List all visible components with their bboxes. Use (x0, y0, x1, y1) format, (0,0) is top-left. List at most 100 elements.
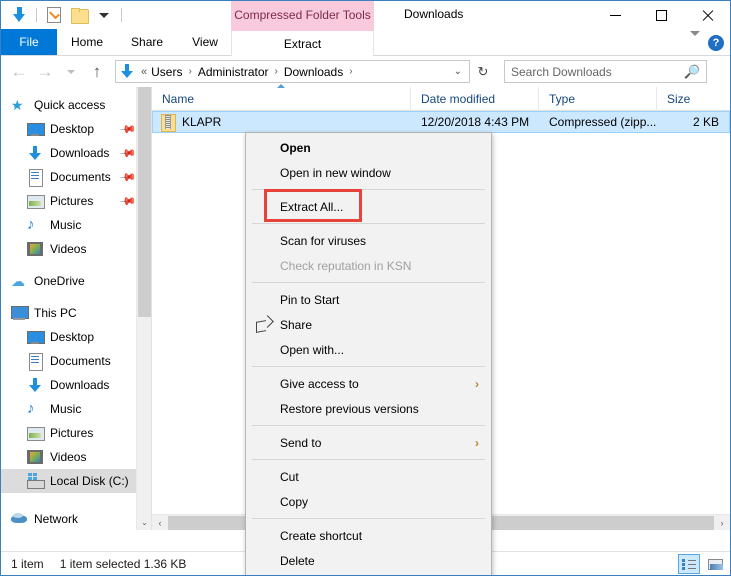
sidebar-item-videos[interactable]: Videos (1, 445, 151, 469)
menu-item-send-to[interactable]: Send to › (246, 430, 491, 455)
menu-item-extract-all[interactable]: Extract All... (246, 189, 491, 222)
sidebar-item-downloads[interactable]: Downloads 📌 (1, 141, 151, 165)
details-view-button[interactable] (678, 554, 700, 574)
navpane-scrollbar[interactable]: ⌃ ⌄ (136, 87, 151, 530)
shield-icon (256, 233, 272, 249)
menu-item-label: Copy (280, 494, 309, 509)
menu-item-create-shortcut[interactable]: Create shortcut (246, 523, 491, 548)
close-button[interactable] (684, 1, 730, 29)
menu-item-label: Open (280, 140, 311, 155)
pin-icon[interactable]: 📌 (119, 144, 138, 162)
chevron-right-icon[interactable]: › (349, 66, 352, 77)
menu-item-delete[interactable]: Delete (246, 548, 491, 573)
sidebar-item-pictures[interactable]: Pictures 📌 (1, 189, 151, 213)
menu-item-cut[interactable]: Cut (246, 464, 491, 489)
menu-separator (252, 223, 485, 224)
scroll-down-icon[interactable]: ⌄ (137, 514, 151, 530)
menu-item-scan-for-viruses[interactable]: Scan for viruses (246, 228, 491, 253)
maximize-button[interactable] (638, 1, 684, 29)
column-header-size[interactable]: Size (656, 86, 728, 111)
refresh-button[interactable]: ↻ (472, 60, 494, 83)
menu-item-open-in-new-window[interactable]: Open in new window (246, 160, 491, 185)
minimize-button[interactable] (592, 1, 638, 29)
menu-item-give-access-to[interactable]: Give access to › (246, 371, 491, 396)
context-menu: Open Open in new window Extract All... Scan… (245, 132, 492, 575)
chevron-right-icon[interactable]: › (475, 436, 479, 450)
sidebar-item-quick-access[interactable]: ⌄ ★ Quick access (1, 93, 151, 117)
sidebar-item-documents[interactable]: Documents (1, 349, 151, 373)
sidebar-item-local-disk-c[interactable]: Local Disk (C:) (1, 469, 151, 493)
navpane-scroll-thumb[interactable] (138, 87, 151, 317)
new-folder-icon[interactable] (69, 5, 89, 25)
quick-access-toolbar (1, 1, 124, 29)
window-title: Downloads (404, 7, 464, 21)
sidebar-item-pictures[interactable]: Pictures (1, 421, 151, 445)
sidebar-item-label: Videos (50, 450, 87, 464)
downloads-icon[interactable] (9, 5, 29, 25)
sidebar-item-music[interactable]: ♪ Music (1, 213, 151, 237)
menu-separator (252, 518, 485, 519)
chevron-down-icon[interactable] (690, 30, 700, 50)
up-button[interactable]: ↑ (85, 60, 109, 84)
menu-item-label: Restore previous versions (280, 401, 419, 416)
breadcrumb-administrator[interactable]: Administrator (197, 65, 270, 79)
sidebar-item-onedrive[interactable]: ☁ OneDrive (1, 269, 151, 293)
tab-home[interactable]: Home (57, 29, 117, 55)
zip-file-icon (161, 114, 176, 132)
chevron-right-icon[interactable]: › (275, 66, 278, 77)
pictures-icon (27, 425, 45, 441)
disk-icon (27, 473, 45, 489)
sidebar-item-documents[interactable]: Documents 📌 (1, 165, 151, 189)
search-box[interactable]: 🔍 (504, 60, 707, 83)
help-icon[interactable]: ? (708, 34, 724, 51)
file-size-cell: 2 KB (692, 115, 719, 129)
forward-button[interactable]: → (33, 60, 57, 84)
chevron-right-icon[interactable]: › (475, 377, 479, 391)
sidebar-item-network[interactable]: Network (1, 507, 151, 530)
menu-item-pin-to-start[interactable]: Pin to Start (246, 287, 491, 312)
menu-item-open[interactable]: Open (246, 135, 491, 160)
address-dropdown-icon[interactable]: ⌄ (454, 66, 465, 77)
back-button[interactable]: ← (7, 60, 31, 84)
pin-icon[interactable]: 📌 (119, 192, 138, 210)
properties-icon[interactable] (44, 5, 64, 25)
sidebar-item-label: Network (34, 512, 79, 526)
sidebar-item-this-pc[interactable]: This PC (1, 301, 151, 325)
sidebar-item-desktop[interactable]: Desktop 📌 (1, 117, 151, 141)
chevron-right-icon[interactable]: › (188, 66, 191, 77)
search-input[interactable] (511, 64, 684, 79)
table-row[interactable]: KLAPR 12/20/2018 4:43 PM Compressed (zip… (152, 111, 730, 133)
tab-view[interactable]: View (177, 29, 233, 55)
file-date-cell: 12/20/2018 4:43 PM (421, 115, 530, 129)
large-icons-view-button[interactable] (704, 554, 726, 574)
pin-icon[interactable]: 📌 (119, 168, 138, 186)
recent-locations-button[interactable] (59, 60, 83, 84)
sidebar-item-desktop[interactable]: Desktop (1, 325, 151, 349)
menu-item-copy[interactable]: Copy (246, 489, 491, 514)
tab-share[interactable]: Share (117, 29, 177, 55)
menu-item-share[interactable]: Share (246, 312, 491, 337)
pin-icon[interactable]: 📌 (119, 120, 138, 138)
breadcrumb-bar[interactable]: « Users › Administrator › Downloads › ⌄ (115, 60, 470, 83)
breadcrumb-users[interactable]: Users (150, 65, 183, 79)
tab-extract[interactable]: Extract (231, 29, 374, 56)
menu-item-open-with[interactable]: Open with... (246, 337, 491, 362)
column-headers: Name Date modified Type Size (152, 83, 730, 111)
search-icon[interactable]: 🔍 (684, 64, 700, 80)
column-header-date-modified[interactable]: Date modified (410, 86, 538, 111)
tab-file[interactable]: File (1, 29, 57, 55)
column-header-type[interactable]: Type (538, 86, 656, 111)
scroll-left-icon[interactable]: ‹ (152, 515, 168, 531)
menu-item-restore-previous-versions[interactable]: Restore previous versions (246, 396, 491, 421)
customize-icon[interactable] (94, 5, 114, 25)
sidebar-item-downloads[interactable]: Downloads (1, 373, 151, 397)
sidebar-item-label: Desktop (50, 122, 95, 136)
back-arrow-icon: ← (10, 62, 28, 81)
sidebar-item-music[interactable]: ♪ Music (1, 397, 151, 421)
breadcrumb-overflow[interactable]: « (141, 66, 147, 78)
file-name-cell[interactable]: KLAPR (153, 111, 411, 133)
scroll-right-icon[interactable]: › (714, 515, 730, 531)
sidebar-item-videos[interactable]: Videos (1, 237, 151, 261)
column-header-name[interactable]: Name (152, 83, 410, 111)
breadcrumb-downloads[interactable]: Downloads (283, 65, 344, 79)
